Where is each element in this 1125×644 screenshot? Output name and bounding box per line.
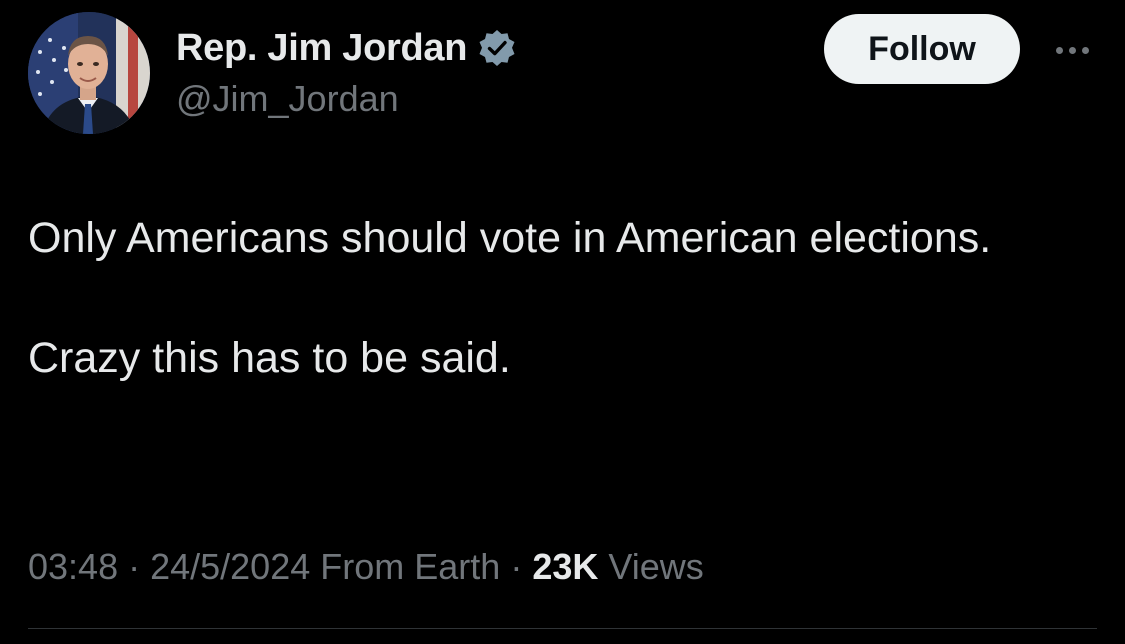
tweet-text: Only Americans should vote in American e… (28, 208, 1028, 388)
author-handle[interactable]: @Jim_Jordan (176, 78, 399, 120)
views-label: Views (608, 546, 704, 587)
author-avatar[interactable] (28, 12, 150, 134)
profile-photo-icon (28, 12, 150, 134)
author-display-name[interactable]: Rep. Jim Jordan (176, 27, 467, 70)
follow-button[interactable]: Follow (824, 14, 1020, 84)
tweet-paragraph: Crazy this has to be said. (28, 334, 511, 382)
tweet-date[interactable]: 24/5/2024 (150, 546, 310, 587)
tweet-card: Rep. Jim Jordan @Jim_Jordan Follow Only … (0, 0, 1125, 644)
ellipsis-icon (1068, 46, 1076, 54)
divider (28, 628, 1097, 629)
tweet-time[interactable]: 03:48 (28, 546, 118, 587)
ellipsis-icon (1055, 46, 1063, 54)
tweet-source: From Earth (320, 546, 501, 587)
ellipsis-icon (1081, 46, 1089, 54)
more-options-button[interactable] (1044, 30, 1100, 70)
verified-badge-icon[interactable] (477, 28, 517, 68)
views-count[interactable]: 23K (532, 546, 598, 587)
author-name-row: Rep. Jim Jordan (176, 24, 517, 72)
tweet-metadata: 03:48 · 24/5/2024 From Earth · 23K Views (28, 546, 704, 588)
meta-separator: · (500, 546, 533, 587)
meta-separator: · (118, 546, 151, 587)
tweet-paragraph: Only Americans should vote in American e… (28, 214, 992, 262)
